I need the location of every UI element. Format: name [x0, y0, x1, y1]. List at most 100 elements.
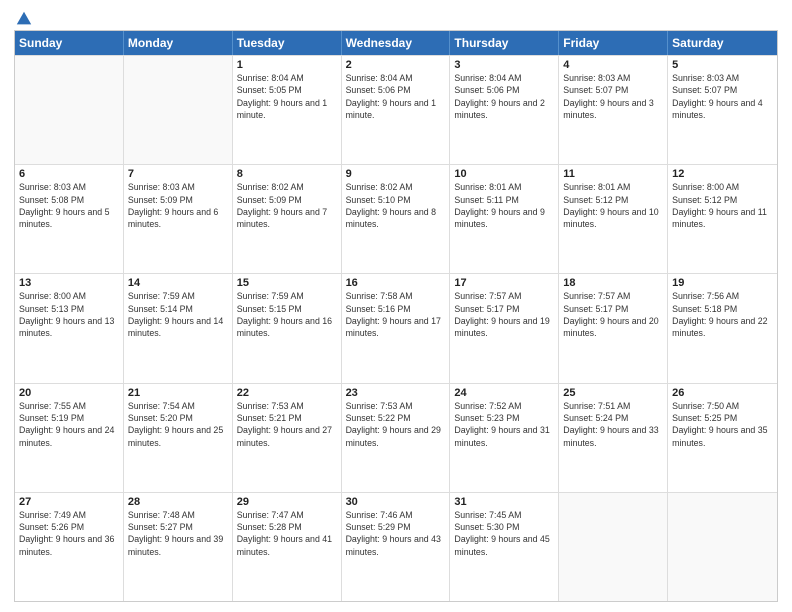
day-info: Sunrise: 8:01 AM Sunset: 5:11 PM Dayligh… [454, 181, 554, 230]
day-number: 1 [237, 59, 337, 71]
cal-cell-11: 11Sunrise: 8:01 AM Sunset: 5:12 PM Dayli… [559, 165, 668, 273]
day-info: Sunrise: 7:47 AM Sunset: 5:28 PM Dayligh… [237, 509, 337, 558]
day-info: Sunrise: 8:03 AM Sunset: 5:07 PM Dayligh… [563, 72, 663, 121]
day-info: Sunrise: 7:46 AM Sunset: 5:29 PM Dayligh… [346, 509, 446, 558]
cal-cell-27: 27Sunrise: 7:49 AM Sunset: 5:26 PM Dayli… [15, 493, 124, 601]
day-number: 18 [563, 277, 663, 289]
day-number: 31 [454, 496, 554, 508]
cal-cell-28: 28Sunrise: 7:48 AM Sunset: 5:27 PM Dayli… [124, 493, 233, 601]
day-info: Sunrise: 8:03 AM Sunset: 5:08 PM Dayligh… [19, 181, 119, 230]
cal-cell-17: 17Sunrise: 7:57 AM Sunset: 5:17 PM Dayli… [450, 274, 559, 382]
header [14, 10, 778, 26]
cal-cell-1: 1Sunrise: 8:04 AM Sunset: 5:05 PM Daylig… [233, 56, 342, 164]
header-day-saturday: Saturday [668, 31, 777, 55]
cal-cell-10: 10Sunrise: 8:01 AM Sunset: 5:11 PM Dayli… [450, 165, 559, 273]
cal-cell-12: 12Sunrise: 8:00 AM Sunset: 5:12 PM Dayli… [668, 165, 777, 273]
calendar-header: SundayMondayTuesdayWednesdayThursdayFrid… [15, 31, 777, 55]
day-info: Sunrise: 7:55 AM Sunset: 5:19 PM Dayligh… [19, 400, 119, 449]
day-number: 14 [128, 277, 228, 289]
week-row-5: 27Sunrise: 7:49 AM Sunset: 5:26 PM Dayli… [15, 492, 777, 601]
day-number: 6 [19, 168, 119, 180]
day-info: Sunrise: 7:56 AM Sunset: 5:18 PM Dayligh… [672, 290, 773, 339]
header-day-wednesday: Wednesday [342, 31, 451, 55]
day-number: 9 [346, 168, 446, 180]
cal-cell-19: 19Sunrise: 7:56 AM Sunset: 5:18 PM Dayli… [668, 274, 777, 382]
week-row-4: 20Sunrise: 7:55 AM Sunset: 5:19 PM Dayli… [15, 383, 777, 492]
day-info: Sunrise: 7:57 AM Sunset: 5:17 PM Dayligh… [454, 290, 554, 339]
cal-cell-empty-0-0 [15, 56, 124, 164]
day-info: Sunrise: 7:52 AM Sunset: 5:23 PM Dayligh… [454, 400, 554, 449]
logo-icon [15, 10, 33, 28]
cal-cell-3: 3Sunrise: 8:04 AM Sunset: 5:06 PM Daylig… [450, 56, 559, 164]
cal-cell-22: 22Sunrise: 7:53 AM Sunset: 5:21 PM Dayli… [233, 384, 342, 492]
cal-cell-24: 24Sunrise: 7:52 AM Sunset: 5:23 PM Dayli… [450, 384, 559, 492]
day-info: Sunrise: 7:59 AM Sunset: 5:14 PM Dayligh… [128, 290, 228, 339]
day-number: 5 [672, 59, 773, 71]
cal-cell-13: 13Sunrise: 8:00 AM Sunset: 5:13 PM Dayli… [15, 274, 124, 382]
day-number: 22 [237, 387, 337, 399]
day-number: 8 [237, 168, 337, 180]
day-number: 27 [19, 496, 119, 508]
cal-cell-25: 25Sunrise: 7:51 AM Sunset: 5:24 PM Dayli… [559, 384, 668, 492]
day-info: Sunrise: 8:03 AM Sunset: 5:07 PM Dayligh… [672, 72, 773, 121]
header-day-monday: Monday [124, 31, 233, 55]
calendar: SundayMondayTuesdayWednesdayThursdayFrid… [14, 30, 778, 602]
cal-cell-7: 7Sunrise: 8:03 AM Sunset: 5:09 PM Daylig… [124, 165, 233, 273]
day-info: Sunrise: 7:51 AM Sunset: 5:24 PM Dayligh… [563, 400, 663, 449]
day-info: Sunrise: 7:50 AM Sunset: 5:25 PM Dayligh… [672, 400, 773, 449]
header-day-sunday: Sunday [15, 31, 124, 55]
day-info: Sunrise: 8:00 AM Sunset: 5:12 PM Dayligh… [672, 181, 773, 230]
day-number: 28 [128, 496, 228, 508]
day-info: Sunrise: 7:48 AM Sunset: 5:27 PM Dayligh… [128, 509, 228, 558]
day-number: 13 [19, 277, 119, 289]
day-number: 3 [454, 59, 554, 71]
week-row-3: 13Sunrise: 8:00 AM Sunset: 5:13 PM Dayli… [15, 273, 777, 382]
cal-cell-29: 29Sunrise: 7:47 AM Sunset: 5:28 PM Dayli… [233, 493, 342, 601]
day-number: 24 [454, 387, 554, 399]
cal-cell-14: 14Sunrise: 7:59 AM Sunset: 5:14 PM Dayli… [124, 274, 233, 382]
day-info: Sunrise: 8:04 AM Sunset: 5:06 PM Dayligh… [346, 72, 446, 121]
week-row-1: 1Sunrise: 8:04 AM Sunset: 5:05 PM Daylig… [15, 55, 777, 164]
day-number: 15 [237, 277, 337, 289]
day-number: 7 [128, 168, 228, 180]
cal-cell-empty-4-6 [668, 493, 777, 601]
cal-cell-8: 8Sunrise: 8:02 AM Sunset: 5:09 PM Daylig… [233, 165, 342, 273]
header-day-tuesday: Tuesday [233, 31, 342, 55]
day-info: Sunrise: 8:00 AM Sunset: 5:13 PM Dayligh… [19, 290, 119, 339]
page: SundayMondayTuesdayWednesdayThursdayFrid… [0, 0, 792, 612]
day-number: 30 [346, 496, 446, 508]
header-day-thursday: Thursday [450, 31, 559, 55]
day-info: Sunrise: 7:58 AM Sunset: 5:16 PM Dayligh… [346, 290, 446, 339]
cal-cell-31: 31Sunrise: 7:45 AM Sunset: 5:30 PM Dayli… [450, 493, 559, 601]
day-info: Sunrise: 7:54 AM Sunset: 5:20 PM Dayligh… [128, 400, 228, 449]
cal-cell-26: 26Sunrise: 7:50 AM Sunset: 5:25 PM Dayli… [668, 384, 777, 492]
cal-cell-9: 9Sunrise: 8:02 AM Sunset: 5:10 PM Daylig… [342, 165, 451, 273]
cal-cell-4: 4Sunrise: 8:03 AM Sunset: 5:07 PM Daylig… [559, 56, 668, 164]
day-info: Sunrise: 7:59 AM Sunset: 5:15 PM Dayligh… [237, 290, 337, 339]
calendar-body: 1Sunrise: 8:04 AM Sunset: 5:05 PM Daylig… [15, 55, 777, 601]
day-info: Sunrise: 8:02 AM Sunset: 5:09 PM Dayligh… [237, 181, 337, 230]
cal-cell-23: 23Sunrise: 7:53 AM Sunset: 5:22 PM Dayli… [342, 384, 451, 492]
day-number: 21 [128, 387, 228, 399]
day-number: 19 [672, 277, 773, 289]
cal-cell-21: 21Sunrise: 7:54 AM Sunset: 5:20 PM Dayli… [124, 384, 233, 492]
cal-cell-2: 2Sunrise: 8:04 AM Sunset: 5:06 PM Daylig… [342, 56, 451, 164]
logo [14, 10, 33, 26]
day-number: 26 [672, 387, 773, 399]
day-info: Sunrise: 7:49 AM Sunset: 5:26 PM Dayligh… [19, 509, 119, 558]
cal-cell-6: 6Sunrise: 8:03 AM Sunset: 5:08 PM Daylig… [15, 165, 124, 273]
day-number: 4 [563, 59, 663, 71]
cal-cell-empty-4-5 [559, 493, 668, 601]
week-row-2: 6Sunrise: 8:03 AM Sunset: 5:08 PM Daylig… [15, 164, 777, 273]
cal-cell-20: 20Sunrise: 7:55 AM Sunset: 5:19 PM Dayli… [15, 384, 124, 492]
day-number: 29 [237, 496, 337, 508]
cal-cell-16: 16Sunrise: 7:58 AM Sunset: 5:16 PM Dayli… [342, 274, 451, 382]
cal-cell-18: 18Sunrise: 7:57 AM Sunset: 5:17 PM Dayli… [559, 274, 668, 382]
day-info: Sunrise: 7:45 AM Sunset: 5:30 PM Dayligh… [454, 509, 554, 558]
day-number: 12 [672, 168, 773, 180]
day-number: 10 [454, 168, 554, 180]
day-number: 23 [346, 387, 446, 399]
day-number: 25 [563, 387, 663, 399]
day-number: 11 [563, 168, 663, 180]
day-number: 16 [346, 277, 446, 289]
